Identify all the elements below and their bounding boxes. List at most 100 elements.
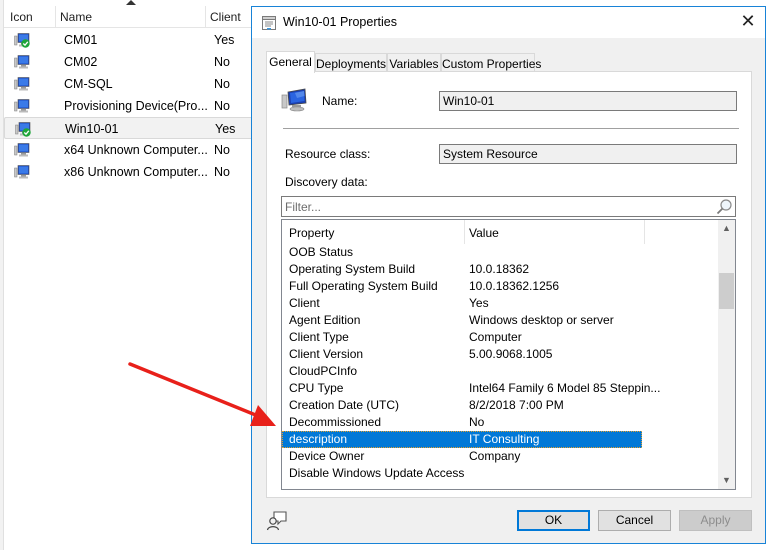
computer-client-icon	[14, 33, 30, 48]
property-value: No	[469, 415, 485, 429]
computer-icon	[14, 165, 30, 179]
apply-button[interactable]: Apply	[679, 510, 752, 531]
table-header: Property Value	[282, 220, 718, 244]
property-name: OOB Status	[289, 245, 354, 259]
computer-icon	[14, 143, 30, 157]
name-label: Name:	[322, 94, 358, 108]
property-name: Agent Edition	[289, 313, 361, 327]
table-row[interactable]: CloudPCInfo	[282, 363, 718, 380]
search-icon[interactable]	[715, 198, 733, 216]
properties-window-icon	[262, 16, 276, 30]
property-name: Decommissioned	[289, 415, 382, 429]
column-divider[interactable]	[464, 220, 465, 244]
filter-box	[281, 196, 736, 217]
vertical-scrollbar[interactable]: ▲ ▼	[718, 220, 735, 489]
title-bar[interactable]: Win10-01 Properties ✕	[252, 7, 765, 38]
device-name: CM02	[64, 55, 98, 69]
device-list-pane: Icon Name Client CM01 Yes CM02 No CM-SQL No Pr…	[0, 0, 256, 550]
discovery-data-label: Discovery data:	[285, 175, 368, 189]
device-name: Provisioning Device(Pro...	[64, 99, 208, 113]
property-name: Disable Windows Update Access	[289, 466, 465, 480]
property-name: Client Type	[289, 330, 349, 344]
scroll-thumb[interactable]	[719, 272, 734, 309]
table-row[interactable]: Operating System Build 10.0.18362	[282, 261, 718, 278]
table-row[interactable]: Full Operating System Build 10.0.18362.12…	[282, 278, 718, 295]
table-row[interactable]: Decommissioned No	[282, 414, 718, 431]
computer-icon	[281, 88, 307, 112]
device-name: CM01	[64, 33, 98, 47]
dialog-title: Win10-01 Properties	[283, 15, 397, 29]
client-status: No	[214, 143, 230, 157]
close-icon: ✕	[740, 11, 756, 32]
table-row[interactable]: Disable Windows Update Access	[282, 465, 718, 482]
property-value: 10.0.18362.1256	[469, 279, 560, 293]
client-status: Yes	[215, 122, 236, 136]
close-button[interactable]: ✕	[731, 7, 765, 38]
list-item[interactable]: Win10-01 Yes	[4, 117, 256, 139]
resource-class-label: Resource class:	[285, 147, 371, 161]
table-row[interactable]: Creation Date (UTC) 8/2/2018 7:00 PM	[282, 397, 718, 414]
property-value: IT Consulting	[469, 432, 540, 446]
scroll-up-button[interactable]: ▲	[718, 220, 735, 237]
property-value: 5.00.9068.1005	[469, 347, 553, 361]
property-name: CPU Type	[289, 381, 344, 395]
property-name: Device Owner	[289, 449, 365, 463]
filter-input[interactable]	[285, 199, 705, 215]
table-row[interactable]: Client Version 5.00.9068.1005	[282, 346, 718, 363]
column-divider[interactable]	[55, 6, 56, 28]
property-name: CloudPCInfo	[289, 364, 358, 378]
tab-custom-properties[interactable]: Custom Properties	[441, 53, 541, 72]
chevron-down-icon: ▼	[722, 475, 731, 485]
client-status: Yes	[214, 33, 235, 47]
property-value: Company	[469, 449, 521, 463]
property-name: Client	[289, 296, 320, 310]
tab-variables[interactable]: Variables	[387, 53, 441, 72]
list-header: Icon Name Client	[4, 0, 256, 28]
column-header-value[interactable]: Value	[469, 226, 499, 240]
column-header-client[interactable]: Client	[210, 10, 241, 24]
table-row[interactable]: CPU Type Intel64 Family 6 Model 85 Steppi…	[282, 380, 718, 397]
column-divider[interactable]	[205, 6, 206, 28]
list-item[interactable]: x86 Unknown Computer... No	[4, 161, 256, 183]
property-name: Creation Date (UTC)	[289, 398, 400, 412]
sort-ascending-icon	[126, 0, 136, 5]
discovery-data-table: Property Value OOB Status Operating Syste…	[281, 219, 736, 490]
list-item[interactable]: CM02 No	[4, 51, 256, 73]
tab-deployments[interactable]: Deployments	[315, 53, 387, 72]
table-row[interactable]: Client Type Computer	[282, 329, 718, 346]
name-field[interactable]: Win10-01	[439, 91, 737, 111]
column-divider[interactable]	[644, 220, 645, 244]
table-row[interactable]: OOB Status	[282, 244, 718, 261]
property-value: Yes	[469, 296, 489, 310]
cancel-button[interactable]: Cancel	[598, 510, 671, 531]
property-value: Intel64 Family 6 Model 85 Steppin...	[469, 381, 661, 395]
table-row[interactable]: Agent Edition Windows desktop or server	[282, 312, 718, 329]
client-status: No	[214, 55, 230, 69]
tab-general[interactable]: General	[266, 51, 315, 73]
device-name: x86 Unknown Computer...	[64, 165, 208, 179]
list-item[interactable]: CM-SQL No	[4, 73, 256, 95]
scroll-down-button[interactable]: ▼	[718, 472, 735, 489]
table-row[interactable]: description IT Consulting	[282, 431, 642, 448]
ok-button[interactable]: OK	[517, 510, 590, 531]
client-status: No	[214, 99, 230, 113]
list-item[interactable]: Provisioning Device(Pro... No	[4, 95, 256, 117]
list-item[interactable]: CM01 Yes	[4, 29, 256, 51]
table-body: OOB Status Operating System Build 10.0.183…	[282, 244, 718, 482]
column-header-property[interactable]: Property	[289, 226, 334, 240]
table-row[interactable]: Device Owner Company	[282, 448, 718, 465]
table-row[interactable]: Client Yes	[282, 295, 718, 312]
general-tab-panel: Name: Win10-01 Resource class: System Re…	[266, 71, 752, 498]
list-item[interactable]: x64 Unknown Computer... No	[4, 139, 256, 161]
property-name: Client Version	[289, 347, 364, 361]
chevron-up-icon: ▲	[722, 223, 731, 233]
client-status: No	[214, 165, 230, 179]
column-header-name[interactable]: Name	[60, 10, 92, 24]
separator	[283, 128, 739, 129]
feedback-icon[interactable]	[266, 509, 288, 531]
device-name: x64 Unknown Computer...	[64, 143, 208, 157]
computer-client-icon	[15, 122, 31, 137]
computer-icon	[14, 99, 30, 113]
column-header-icon[interactable]: Icon	[10, 10, 33, 24]
resource-class-field[interactable]: System Resource	[439, 144, 737, 164]
